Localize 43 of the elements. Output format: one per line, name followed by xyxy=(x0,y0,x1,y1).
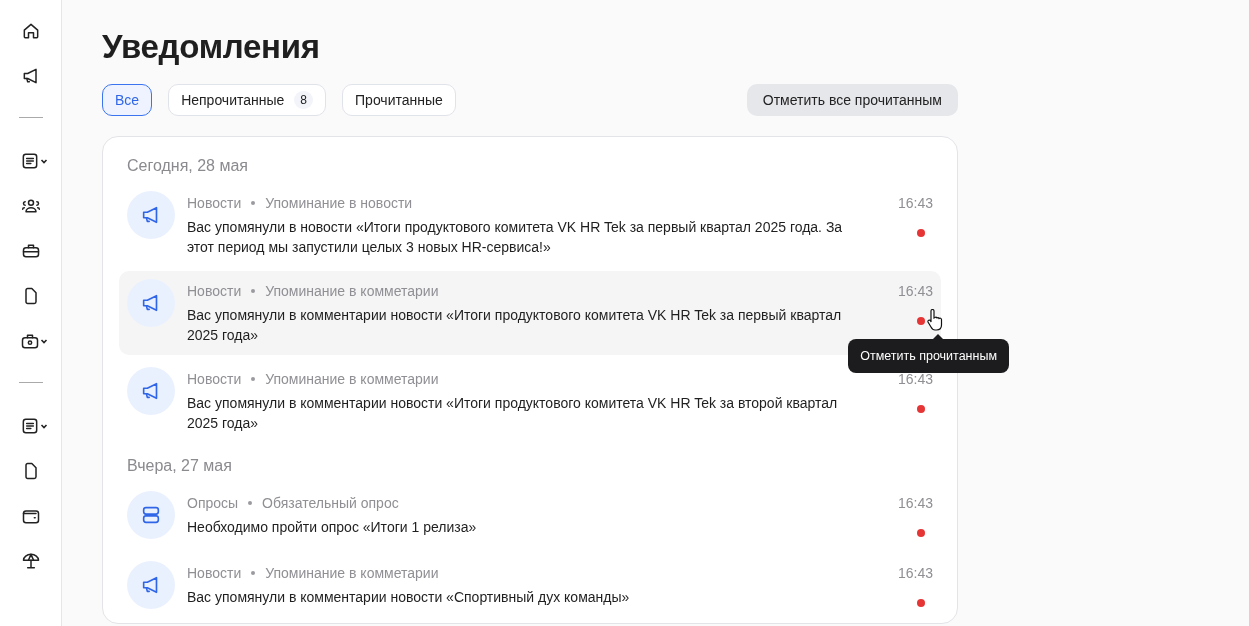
notification-category: Новости xyxy=(187,194,242,213)
notification-type: Упоминание в новости xyxy=(265,194,413,213)
unread-dot[interactable] xyxy=(917,405,925,413)
notification-category: Новости xyxy=(187,564,242,583)
notification-row[interactable]: Опросы Обязательный опрос Необходимо пройти опрос «Итоги 1 релиза» 16:43 xyxy=(119,483,941,549)
notification-row[interactable]: Новости Упоминание в комметарии Вас упомянули в комментарии новости «Спортивный дух команды» 16:43 xyxy=(119,553,941,619)
notification-time: 16:43 xyxy=(897,194,933,213)
notification-text: Вас упомянули в комментарии новости «Итоги продуктового комитета VK HR Tek за второй квартал 2025 года» xyxy=(187,394,839,433)
separator-dot xyxy=(251,377,256,381)
filter-tab[interactable]: Прочитанные xyxy=(342,84,456,116)
notification-time: 16:43 xyxy=(897,564,933,583)
tooltip: Отметить прочитанным xyxy=(848,334,1009,373)
unread-dot[interactable] xyxy=(917,229,925,237)
filter-tab[interactable]: Все xyxy=(102,84,153,116)
separator-dot xyxy=(251,201,256,205)
notification-category: Опросы xyxy=(187,494,239,513)
notification-text: Необходимо пройти опрос «Итоги 1 релиза» xyxy=(187,518,478,537)
notification-row[interactable]: Новости Упоминание в новости Вас упомянули в новости «Итоги продуктового комитета VK HR Tek за первый квартал 2025 года. За этот период мы запустили целых 3 новых HR-сервиса!» 16:43 xyxy=(119,183,941,267)
separator-dot xyxy=(251,289,256,293)
filter-tab[interactable]: Непрочитанные 8 xyxy=(168,84,327,116)
notification-time: 16:43 xyxy=(897,282,933,301)
notification-type: Упоминание в комметарии xyxy=(265,564,439,583)
notification-type: Обязательный опрос xyxy=(262,494,399,513)
separator-dot xyxy=(248,501,253,505)
notification-time: 16:43 xyxy=(897,494,933,513)
unread-dot[interactable] xyxy=(917,317,925,325)
notification-type: Упоминание в комметарии xyxy=(265,282,439,301)
notification-text: Вас упомянули в новости «Итоги продуктового комитета VK HR Tek за первый квартал 2025 года. За этот период мы запустили целых 3 новых HR-сервиса!» xyxy=(187,218,844,257)
mark-all-read-button[interactable]: Отметить все прочитанным xyxy=(746,84,958,116)
page-title: Уведомления xyxy=(102,28,321,66)
notification-category: Новости xyxy=(187,282,242,301)
unread-dot[interactable] xyxy=(917,529,925,537)
separator-dot xyxy=(251,571,256,575)
notification-text: Вас упомянули в комментарии новости «Итоги продуктового комитета VK HR Tek за первый квартал 2025 года» xyxy=(187,306,843,345)
date-heading: Вчера, 27 мая xyxy=(126,457,233,475)
date-heading: Сегодня, 28 мая xyxy=(126,157,249,175)
notification-time: 16:43 xyxy=(897,370,933,389)
notification-category: Новости xyxy=(187,370,242,389)
notification-text: Вас упомянули в комментарии новости «Спортивный дух команды» xyxy=(187,588,631,607)
unread-dot[interactable] xyxy=(917,599,925,607)
list-icon xyxy=(140,504,162,526)
count-badge: 8 xyxy=(294,91,314,109)
notification-type: Упоминание в комметарии xyxy=(265,370,439,389)
